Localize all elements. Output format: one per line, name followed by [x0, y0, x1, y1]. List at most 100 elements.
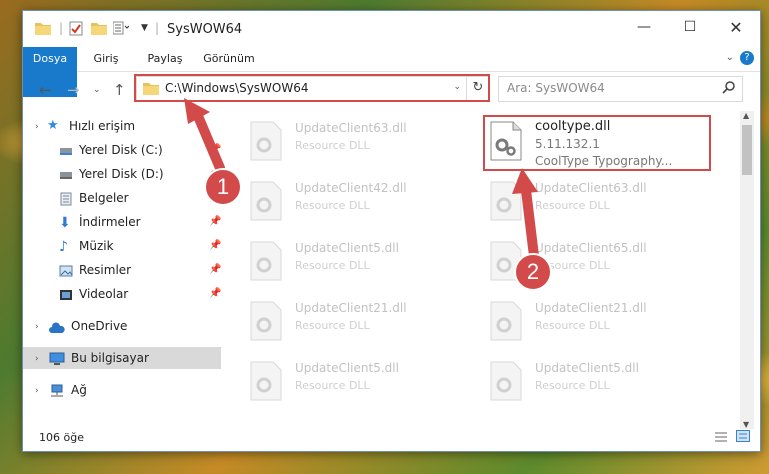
- network-icon: [49, 383, 63, 397]
- file-name: UpdateClient5.dll: [535, 361, 639, 375]
- search-icon[interactable]: [722, 80, 736, 97]
- dropdown-arrow-icon[interactable]: ▼: [141, 23, 148, 33]
- file-description: Resource DLL: [295, 199, 370, 212]
- expand-chevron-icon[interactable]: ›: [35, 116, 39, 138]
- sidebar-item-label: İndirmeler: [79, 215, 141, 229]
- sidebar-item-local-disk-d[interactable]: Yerel Disk (D:) 📌: [23, 163, 221, 185]
- sidebar-item-videos[interactable]: Videolar 📌: [23, 283, 221, 305]
- music-icon: ♪: [59, 239, 68, 255]
- sidebar-item-label: Resimler: [79, 263, 132, 277]
- drive-icon: [59, 143, 73, 157]
- star-icon: ★: [47, 118, 59, 133]
- file-item[interactable]: UpdateClient21.dll Resource DLL: [481, 297, 711, 347]
- sidebar-item-network[interactable]: › Ağ: [23, 379, 221, 401]
- drive-icon: [59, 167, 73, 181]
- file-item[interactable]: UpdateClient63.dll Resource DLL: [241, 117, 471, 167]
- up-arrow-icon[interactable]: ↑: [113, 81, 126, 99]
- file-item[interactable]: UpdateClient5.dll Resource DLL: [481, 357, 711, 407]
- sidebar-item-label: Belgeler: [79, 191, 129, 205]
- dll-file-icon: [249, 181, 283, 221]
- scroll-up-icon[interactable]: ▲: [743, 111, 749, 120]
- file-list: UpdateClient63.dll Resource DLL cooltype…: [221, 111, 739, 429]
- sidebar-item-label: Videolar: [79, 287, 129, 301]
- status-bar: 106 öğe: [23, 425, 760, 451]
- expand-chevron-icon[interactable]: ›: [35, 380, 39, 402]
- search-placeholder[interactable]: Ara: SysWOW64: [507, 81, 605, 95]
- file-item[interactable]: UpdateClient42.dll Resource DLL: [241, 177, 471, 227]
- download-icon: ⬇: [59, 215, 71, 231]
- file-name: UpdateClient21.dll: [535, 301, 647, 315]
- file-name: UpdateClient21.dll: [295, 301, 407, 315]
- maximize-button[interactable]: ☐: [667, 11, 713, 43]
- forward-arrow-icon[interactable]: →: [67, 81, 80, 99]
- back-arrow-icon[interactable]: ←: [39, 81, 52, 99]
- annotation-file-highlight: [483, 115, 711, 171]
- file-description: Resource DLL: [535, 379, 610, 392]
- recent-locations-icon[interactable]: ⌄: [93, 85, 101, 95]
- sidebar-item-label: Hızlı erişim: [69, 119, 136, 133]
- file-name: UpdateClient5.dll: [295, 361, 399, 375]
- new-folder-icon[interactable]: [91, 21, 107, 38]
- dll-file-icon: [249, 361, 283, 401]
- video-icon: [59, 287, 73, 301]
- pictures-icon: [59, 263, 73, 277]
- title-bar: | ▼ | SysWOW64 — ☐ ✕: [23, 11, 760, 47]
- file-item[interactable]: UpdateClient5.dll Resource DLL: [241, 357, 471, 407]
- file-item[interactable]: UpdateClient21.dll Resource DLL: [241, 297, 471, 347]
- file-item[interactable]: UpdateClient63.dll Resource DLL: [481, 177, 711, 227]
- file-name: UpdateClient63.dll: [295, 121, 407, 135]
- dll-file-icon: [489, 361, 523, 401]
- file-explorer-window: | ▼ | SysWOW64 — ☐ ✕ Dosya Giriş Paylaş …: [22, 10, 761, 452]
- separator: |: [59, 21, 64, 35]
- pin-icon[interactable]: 📌: [209, 283, 221, 305]
- help-icon[interactable]: ?: [740, 51, 754, 65]
- pin-icon[interactable]: 📌: [209, 235, 221, 257]
- tiles-view-icon[interactable]: [736, 430, 750, 445]
- dll-file-icon: [489, 301, 523, 341]
- file-name: UpdateClient63.dll: [535, 181, 647, 195]
- sidebar-item-label: Müzik: [79, 239, 114, 253]
- expand-chevron-icon[interactable]: ›: [35, 348, 39, 370]
- tab-giris[interactable]: Giriş: [85, 47, 127, 71]
- sidebar-item-quick-access[interactable]: › ★ Hızlı erişim: [23, 115, 221, 137]
- navigation-bar: ← → ⌄ ↑ C:\Windows\SysWOW64 ⌄ ↻ Ara: Sys…: [23, 74, 760, 105]
- close-button[interactable]: ✕: [713, 11, 759, 43]
- pin-icon[interactable]: 📌: [209, 211, 221, 233]
- sidebar-item-label: Bu bilgisayar: [71, 351, 149, 365]
- documents-icon: [59, 191, 73, 206]
- vertical-scrollbar[interactable]: ▲ ▼: [740, 111, 754, 429]
- sidebar-item-onedrive[interactable]: › OneDrive: [23, 315, 221, 337]
- sidebar-item-local-disk-c[interactable]: Yerel Disk (C:) 📌: [23, 139, 221, 161]
- navigation-pane: › ★ Hızlı erişim Yerel Disk (C:) 📌 Yerel…: [23, 111, 221, 431]
- sidebar-item-pictures[interactable]: Resimler 📌: [23, 259, 221, 281]
- file-name: UpdateClient5.dll: [295, 241, 399, 255]
- minimize-button[interactable]: —: [621, 11, 667, 43]
- dll-file-icon: [249, 121, 283, 161]
- sidebar-item-downloads[interactable]: ⬇ İndirmeler 📌: [23, 211, 221, 233]
- separator: |: [155, 21, 160, 35]
- dll-file-icon: [489, 181, 523, 221]
- file-description: Resource DLL: [295, 259, 370, 272]
- file-item[interactable]: UpdateClient5.dll Resource DLL: [241, 237, 471, 287]
- pin-icon[interactable]: 📌: [209, 259, 221, 281]
- window-title: SysWOW64: [167, 22, 243, 37]
- expand-ribbon-icon[interactable]: ⌄: [726, 52, 734, 63]
- search-box[interactable]: Ara: SysWOW64: [498, 76, 743, 102]
- step-number-1: 1: [216, 174, 230, 199]
- file-description: Resource DLL: [295, 379, 370, 392]
- file-description: Resource DLL: [295, 139, 370, 152]
- expand-chevron-icon[interactable]: ›: [35, 316, 39, 338]
- sidebar-item-this-pc[interactable]: › Bu bilgisayar: [23, 347, 221, 369]
- file-description: Resource DLL: [295, 319, 370, 332]
- ribbon-tabs: Dosya Giriş Paylaş Görünüm ⌄ ?: [23, 47, 760, 97]
- sidebar-item-music[interactable]: ♪ Müzik 📌: [23, 235, 221, 257]
- properties-icon[interactable]: [69, 21, 83, 39]
- details-view-icon[interactable]: [714, 431, 728, 446]
- quick-access-customize-icon[interactable]: [112, 21, 130, 38]
- tab-gorunum[interactable]: Görünüm: [199, 47, 259, 71]
- step-number-2: 2: [526, 259, 540, 284]
- scroll-thumb[interactable]: [742, 125, 752, 175]
- sidebar-item-documents[interactable]: Belgeler 📌: [23, 187, 221, 209]
- tab-paylas[interactable]: Paylaş: [141, 47, 189, 71]
- pin-icon[interactable]: 📌: [209, 139, 221, 161]
